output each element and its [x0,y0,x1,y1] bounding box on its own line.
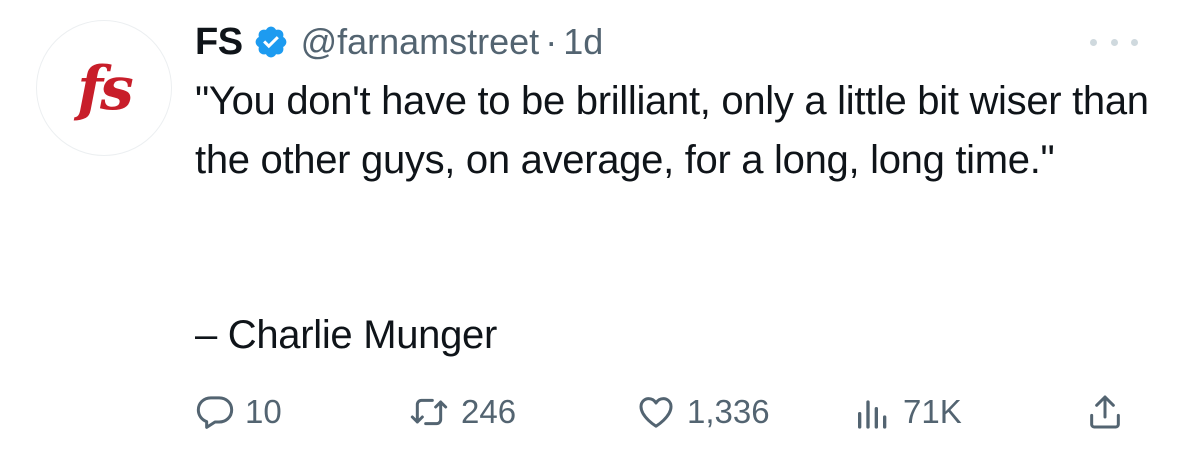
like-button[interactable]: 1,336 [635,388,770,436]
views-button[interactable]: 71K [853,388,962,436]
reply-button[interactable]: 10 [195,388,282,436]
tweet-text: "You don't have to be brilliant, only a … [195,79,1149,182]
display-name[interactable]: FS [195,21,243,64]
verified-badge-icon [255,26,286,58]
retweet-icon [410,398,448,426]
views-count: 71K [903,393,962,430]
more-dot [1110,38,1118,46]
timestamp[interactable]: 1d [563,21,603,63]
separator-dot: · [545,21,558,62]
user-handle[interactable]: @farnamstreet [301,21,540,63]
tweet-header: FS @farnamstreet · 1d [195,20,603,64]
share-button[interactable] [1085,388,1125,436]
heart-icon [639,397,673,428]
views-icon [858,400,887,429]
retweet-count: 246 [461,393,517,430]
avatar-logo-text: fs [77,54,134,124]
more-options-button[interactable] [1090,28,1138,56]
reply-count: 10 [245,393,282,430]
action-bar: 10 246 1,336 71K [195,388,1145,436]
retweet-button[interactable]: 246 [407,388,516,436]
like-count: 1,336 [687,393,770,430]
reply-icon [196,396,234,429]
avatar[interactable]: fs [36,20,172,156]
more-dot [1090,38,1097,46]
more-dot [1131,38,1138,46]
tweet-attribution: – Charlie Munger [195,313,498,357]
share-icon [1090,395,1120,429]
